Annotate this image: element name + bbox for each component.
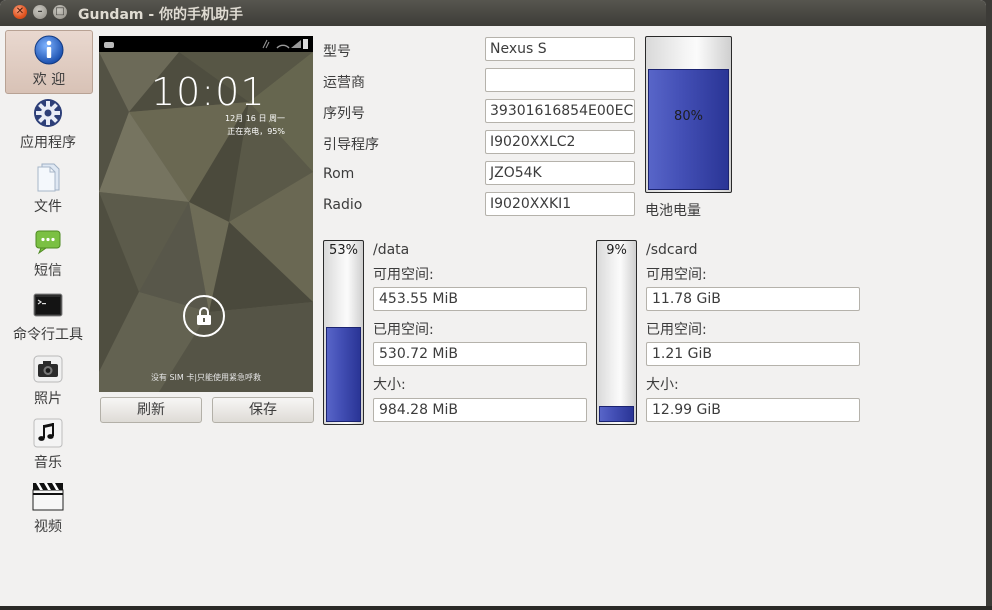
sim-notice: 没有 SIM 卡|只能使用紧急呼救 [150, 373, 262, 382]
bootloader-field[interactable]: I9020XXLC2 [485, 130, 635, 154]
data-free-field[interactable]: 453.55 MiB [373, 287, 587, 311]
data-storage-gauge: 53% [323, 240, 364, 425]
lockscreen-clock: 10:01 [151, 70, 266, 114]
refresh-button[interactable]: 刷新 [100, 397, 202, 423]
rom-field[interactable]: JZO54K [485, 161, 635, 185]
battery-fill [648, 69, 729, 190]
lock-icon [197, 307, 211, 325]
sdcard-storage-fill [599, 406, 634, 422]
rom-label: Rom [323, 166, 355, 182]
serial-field[interactable]: 39301616854E00EC [485, 99, 635, 123]
data-size-label: 大小: [373, 377, 406, 393]
model-label: 型号 [323, 44, 351, 60]
minimize-icon[interactable]: – [33, 5, 47, 19]
sdcard-size-label: 大小: [646, 377, 679, 393]
terminal-icon [33, 293, 63, 317]
camera-icon [33, 355, 63, 383]
data-storage-percent: 53% [329, 243, 358, 258]
model-field[interactable]: Nexus S [485, 37, 635, 61]
sdcard-path-label: /sdcard [646, 242, 698, 258]
video-icon [32, 483, 64, 511]
sdcard-storage-gauge: 9% [596, 240, 637, 425]
sidebar-item-music[interactable]: 音乐 [5, 414, 91, 476]
sidebar-item-label: 欢 迎 [32, 72, 66, 88]
maximize-icon[interactable]: □ [53, 5, 67, 19]
phone-status-bar [99, 36, 313, 52]
sidebar-item-apps[interactable]: 应用程序 [5, 94, 91, 156]
sdcard-storage-percent: 9% [606, 243, 627, 258]
close-icon[interactable]: ✕ [13, 5, 27, 19]
carrier-field[interactable] [485, 68, 635, 92]
sidebar-item-label: 命令行工具 [13, 327, 83, 343]
sidebar-item-sms[interactable]: 短信 [5, 222, 91, 284]
sidebar-item-label: 音乐 [34, 455, 62, 471]
data-path-label: /data [373, 242, 410, 258]
sidebar-item-label: 应用程序 [20, 135, 76, 151]
data-used-label: 已用空间: [373, 322, 434, 338]
carrier-label: 运营商 [323, 75, 365, 91]
title-bar: ✕ – □ Gundam - 你的手机助手 [0, 0, 986, 26]
android-icon [104, 42, 114, 48]
phone-screen: 10:01 12月 16 日 周一 正在充电，95% 没有 SIM 卡|只能使用… [99, 36, 313, 392]
music-icon [33, 418, 63, 448]
radio-field[interactable]: I9020XXKI1 [485, 192, 635, 216]
bootloader-label: 引导程序 [323, 137, 379, 153]
sdcard-free-field[interactable]: 11.78 GiB [646, 287, 860, 311]
info-icon [34, 35, 64, 65]
data-size-field[interactable]: 984.28 MiB [373, 398, 587, 422]
battery-gauge: 80% [645, 36, 732, 193]
sidebar-item-files[interactable]: 文件 [5, 158, 91, 220]
radio-label: Radio [323, 197, 363, 213]
data-storage-fill [326, 327, 361, 422]
files-icon [37, 163, 60, 192]
data-free-label: 可用空间: [373, 267, 434, 283]
window-title: Gundam - 你的手机助手 [78, 7, 244, 23]
save-button[interactable]: 保存 [212, 397, 314, 423]
sdcard-used-field[interactable]: 1.21 GiB [646, 342, 860, 366]
lockscreen-charging: 正在充电，95% [227, 127, 285, 136]
data-used-field[interactable]: 530.72 MiB [373, 342, 587, 366]
sidebar-item-label: 短信 [34, 263, 62, 279]
sidebar-item-terminal[interactable]: 命令行工具 [5, 286, 91, 348]
sdcard-size-field[interactable]: 12.99 GiB [646, 398, 860, 422]
gear-icon [34, 99, 62, 127]
sdcard-used-label: 已用空间: [646, 322, 707, 338]
sidebar-item-label: 文件 [34, 199, 62, 215]
battery-percent: 80% [674, 109, 703, 124]
sidebar-item-photos[interactable]: 照片 [5, 350, 91, 412]
sidebar-item-welcome[interactable]: 欢 迎 [5, 30, 93, 94]
app-window: ✕ – □ Gundam - 你的手机助手 欢 迎 应用程序 文件 短信 命令行… [0, 0, 986, 606]
signal-icon [262, 39, 308, 49]
unlock-ring[interactable] [183, 295, 225, 337]
battery-label: 电池电量 [645, 203, 701, 219]
sidebar-item-label: 照片 [34, 391, 62, 407]
sdcard-free-label: 可用空间: [646, 267, 707, 283]
sidebar-item-label: 视频 [34, 519, 62, 535]
desktop-background [0, 606, 992, 610]
serial-label: 序列号 [323, 106, 365, 122]
sidebar-item-video[interactable]: 视频 [5, 478, 91, 540]
sms-icon [35, 230, 61, 255]
lockscreen-date: 12月 16 日 周一 [225, 114, 285, 123]
